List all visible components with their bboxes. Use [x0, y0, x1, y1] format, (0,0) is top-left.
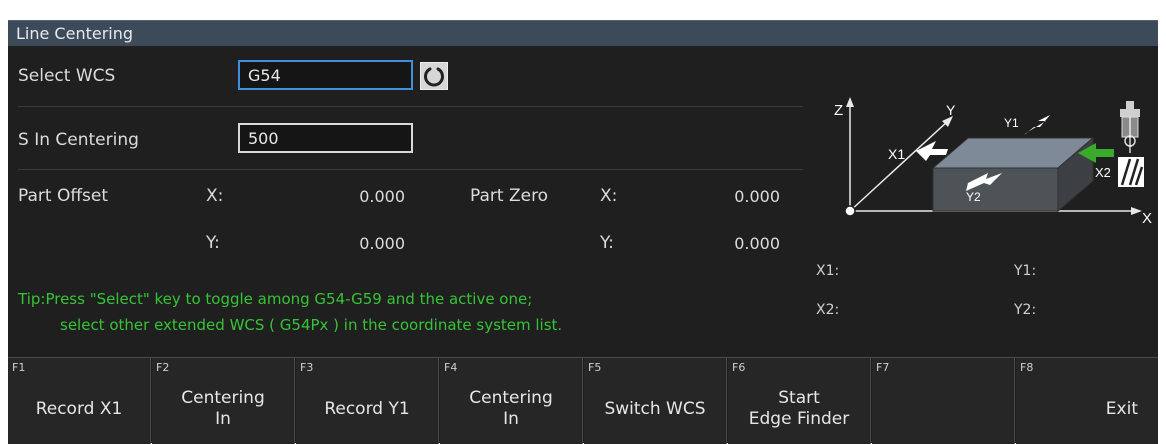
y1-tag: Y1 — [1004, 116, 1019, 130]
row-divider — [18, 106, 803, 107]
softkey-label: Record Y1 — [324, 398, 410, 419]
softkey-number: F4 — [444, 361, 458, 374]
part-zero-y-label: Y: — [600, 233, 614, 253]
softkey-number: F5 — [588, 361, 602, 374]
top-strip — [8, 8, 1158, 20]
spindle-speed-label: S In Centering — [18, 130, 139, 150]
softkey-label: Centering In — [181, 388, 265, 429]
softkey-f5-switch-wcs[interactable]: F5 Switch WCS — [584, 358, 727, 444]
page-title: Line Centering — [16, 24, 134, 43]
recorded-x1-label: X1: — [816, 263, 840, 279]
softkey-label: Centering In — [469, 388, 553, 429]
softkey-f6-start-edge-finder[interactable]: F6 Start Edge Finder — [728, 358, 871, 444]
softkey-label: Switch WCS — [604, 398, 706, 419]
spindle-speed-field[interactable]: 500 — [238, 123, 413, 153]
line-centering-window: Line Centering Select WCS G54 S In Cente… — [8, 8, 1158, 444]
x2-tag: X2 — [1095, 165, 1111, 180]
recorded-y2-label: Y2: — [1014, 302, 1037, 318]
tip-line-2: select other extended WCS ( G54Px ) in t… — [60, 316, 563, 334]
x-axis-arrow-icon — [1131, 207, 1142, 215]
origin-marker-icon — [844, 205, 856, 217]
softkey-f8-exit[interactable]: F8 Exit — [1016, 358, 1158, 444]
tip-line-1: Tip:Press "Select" key to toggle among G… — [18, 290, 533, 308]
part-offset-x-label: X: — [206, 186, 224, 206]
part-offset-label: Part Offset — [18, 186, 109, 206]
softkey-number: F2 — [156, 361, 170, 374]
y2-tag: Y2 — [966, 190, 981, 204]
softkey-number: F8 — [1020, 361, 1034, 374]
recorded-y1-label: Y1: — [1014, 263, 1037, 279]
centering-diagram: Z X Y X1 Y1 Y2 X2 — [834, 97, 1152, 227]
softkey-f4-centering-in[interactable]: F4 Centering In — [440, 358, 583, 444]
edge-finder-icon — [1118, 101, 1144, 187]
part-zero-label: Part Zero — [470, 186, 549, 206]
refresh-button[interactable] — [420, 62, 448, 90]
part-zero-y-value: 0.000 — [734, 234, 780, 253]
select-wcs-label: Select WCS — [18, 66, 116, 86]
refresh-icon — [424, 67, 444, 87]
select-wcs-field[interactable]: G54 — [238, 60, 413, 90]
x1-tag: X1 — [888, 146, 905, 162]
y-axis-label: Y — [946, 102, 956, 118]
softkey-number: F6 — [732, 361, 746, 374]
title-bar: Line Centering — [8, 20, 1158, 46]
softkey-number: F1 — [12, 361, 26, 374]
z-axis-arrow-icon — [846, 97, 854, 107]
softkey-f1-record-x1[interactable]: F1 Record X1 — [8, 358, 151, 444]
softkey-f3-record-y1[interactable]: F3 Record Y1 — [296, 358, 439, 444]
z-axis-label: Z — [834, 102, 843, 119]
part-zero-x-label: X: — [600, 186, 618, 206]
recorded-x2-label: X2: — [816, 302, 840, 318]
part-offset-y-value: 0.000 — [359, 234, 405, 253]
part-offset-y-label: Y: — [206, 233, 220, 253]
softkey-bar: F1 Record X1 F2 Centering In F3 Record Y… — [8, 357, 1158, 444]
softkey-number: F7 — [876, 361, 890, 374]
softkey-f7-empty[interactable]: F7 — [872, 358, 1015, 444]
row-divider — [18, 169, 803, 170]
softkey-label: Exit — [1105, 398, 1138, 419]
x1-arrow-icon — [916, 141, 948, 161]
part-offset-x-value: 0.000 — [359, 187, 405, 206]
softkey-label: Record X1 — [35, 398, 123, 419]
workpiece-front-face — [932, 167, 1059, 212]
softkey-label — [876, 380, 1010, 438]
x-axis-label: X — [1142, 210, 1152, 227]
part-zero-x-value: 0.000 — [734, 187, 780, 206]
softkey-f2-centering-in[interactable]: F2 Centering In — [152, 358, 295, 444]
softkey-number: F3 — [300, 361, 314, 374]
softkey-label: Start Edge Finder — [748, 388, 850, 429]
y1-arrow-icon — [1024, 115, 1050, 135]
